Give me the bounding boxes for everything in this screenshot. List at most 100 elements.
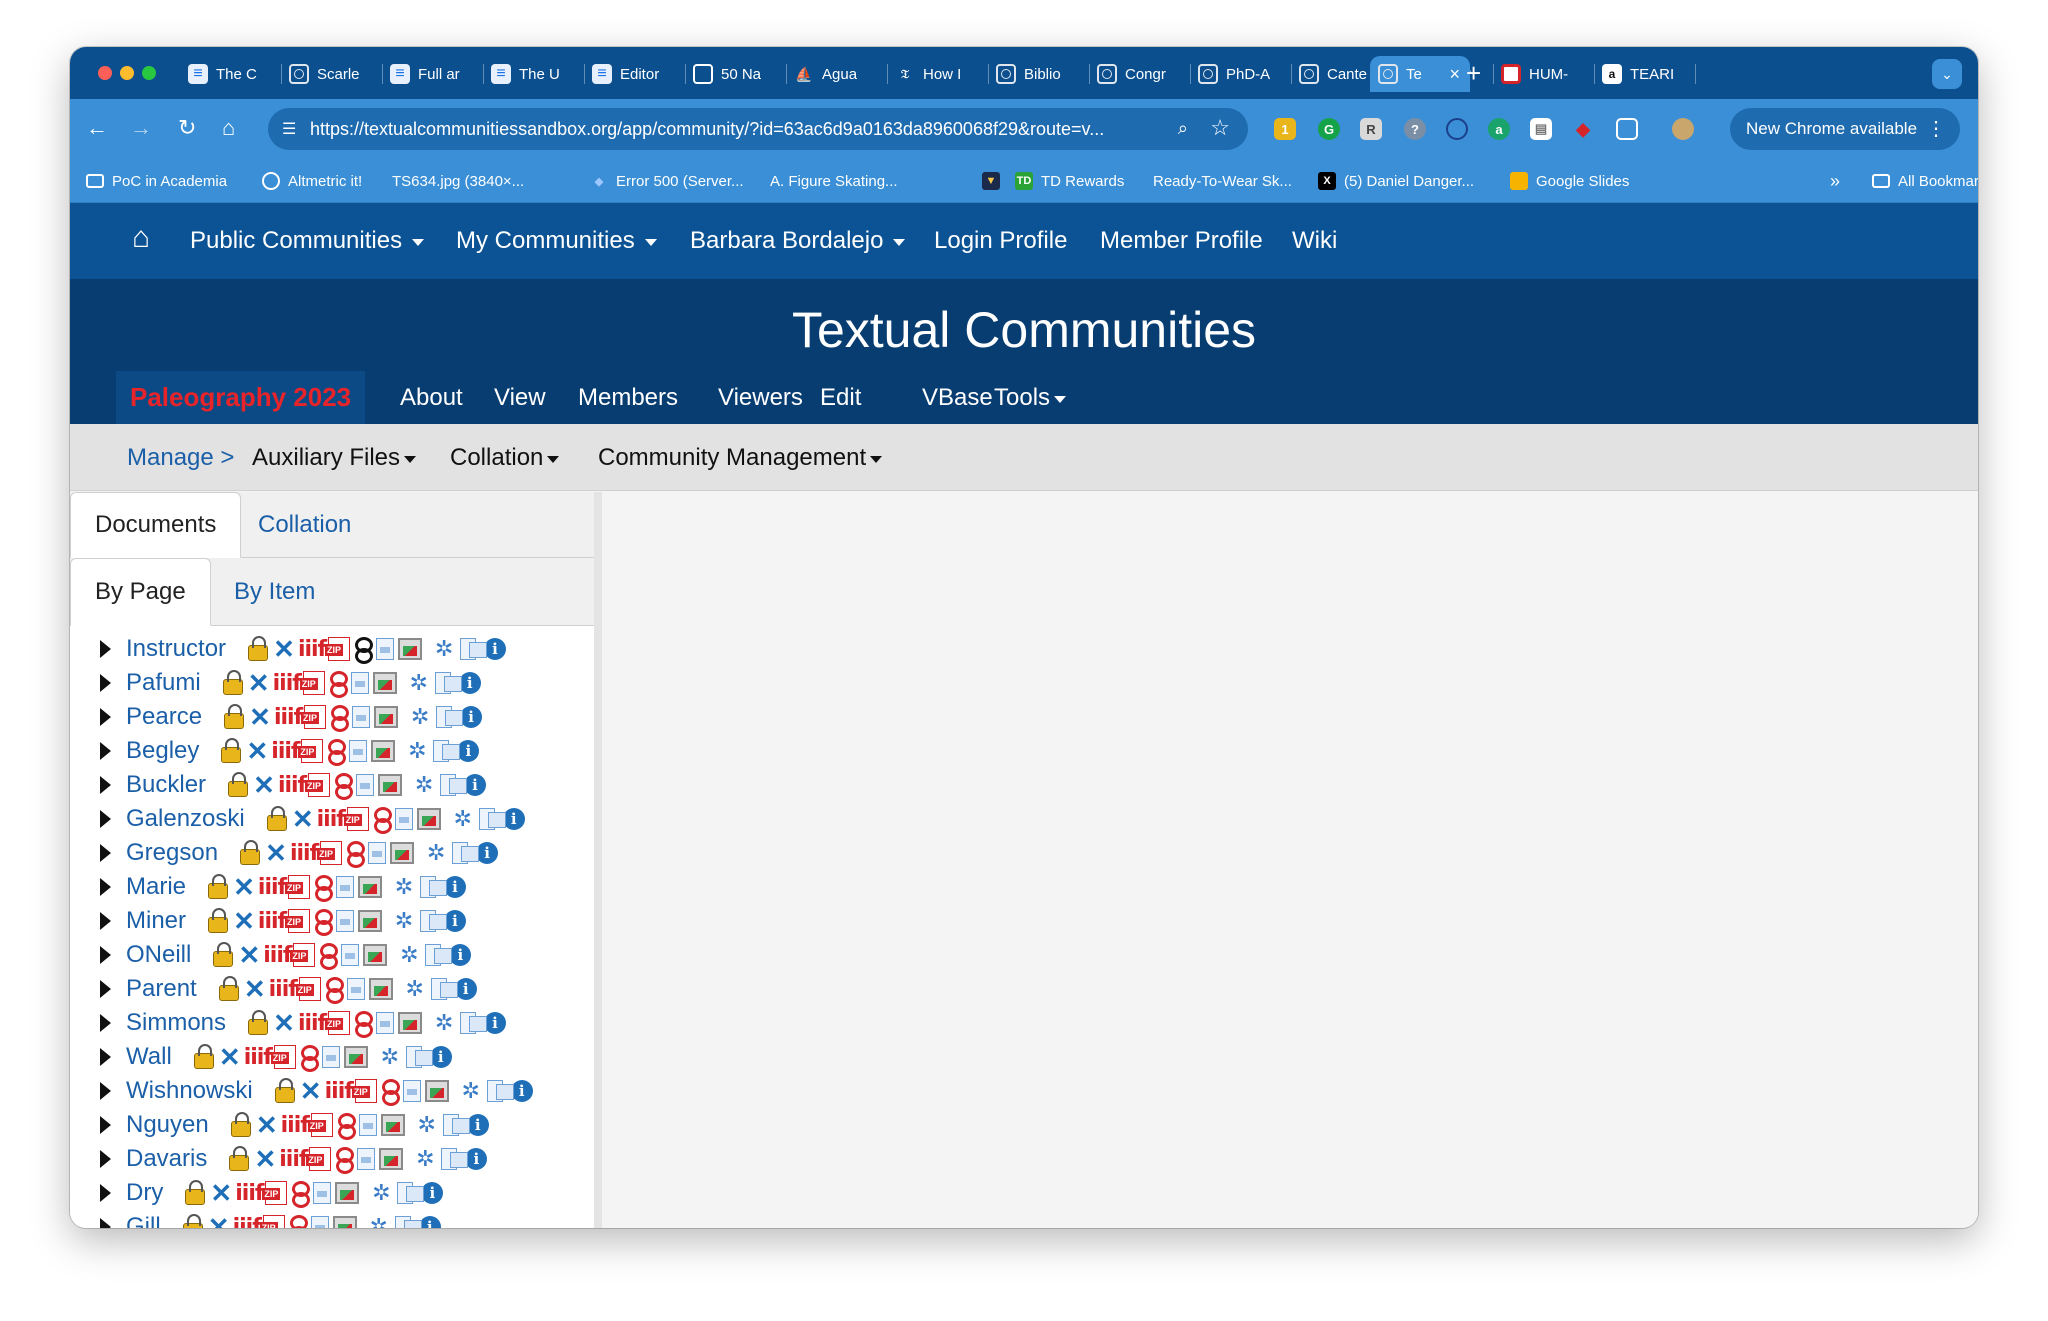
expand-triangle-icon[interactable]	[100, 946, 111, 964]
puzzle-icon[interactable]	[432, 637, 456, 661]
documents-icon[interactable]	[442, 1114, 470, 1136]
browser-tab[interactable]: How I	[887, 56, 989, 92]
expand-triangle-icon[interactable]	[100, 1082, 111, 1100]
zip-icon[interactable]	[325, 1011, 351, 1035]
bookmark-item[interactable]: ◆ Error 500 (Server...	[590, 159, 744, 203]
documents-icon[interactable]	[420, 876, 448, 898]
avatar[interactable]	[1672, 118, 1694, 140]
iiif-icon[interactable]	[281, 1147, 305, 1171]
url-text[interactable]: https://textualcommunitiessandbox.org/ap…	[310, 119, 1160, 140]
image-icon[interactable]	[416, 808, 441, 830]
image-icon[interactable]	[379, 1148, 404, 1170]
zip-icon[interactable]	[307, 1113, 333, 1137]
lock-icon[interactable]	[224, 704, 245, 729]
xml-file-icon[interactable]	[376, 638, 395, 660]
zip-icon[interactable]	[305, 773, 331, 797]
zip-icon[interactable]	[290, 943, 316, 967]
zip-icon[interactable]	[285, 875, 311, 899]
lock-icon[interactable]	[266, 806, 287, 831]
document-row[interactable]: Simmons	[70, 1006, 594, 1040]
xml-file-icon[interactable]	[352, 706, 371, 728]
minimize-window-button[interactable]	[120, 66, 134, 80]
bookmark-item[interactable]: TD TD Rewards	[1015, 159, 1124, 203]
lock-icon[interactable]	[240, 840, 261, 865]
document-name[interactable]: Wall	[126, 1043, 172, 1071]
puzzle-icon[interactable]	[405, 739, 429, 763]
document-row[interactable]: Nguyen	[70, 1108, 594, 1142]
bookmark-item[interactable]: PoC in Academia	[86, 159, 227, 203]
tab-by-page[interactable]: By Page	[70, 558, 211, 626]
document-name[interactable]: Nguyen	[126, 1111, 209, 1139]
xml-file-icon[interactable]	[321, 1046, 340, 1068]
image-icon[interactable]	[343, 1046, 368, 1068]
nav-public-communities[interactable]: Public Communities	[190, 203, 425, 279]
iiif-icon[interactable]	[273, 739, 297, 763]
browser-tab[interactable]: Editor	[584, 56, 686, 92]
documents-icon[interactable]	[397, 1182, 425, 1204]
lock-icon[interactable]	[274, 1078, 295, 1103]
xml-file-icon[interactable]	[336, 876, 355, 898]
community-nav-members[interactable]: Members	[578, 371, 678, 424]
nav-member-profile[interactable]: Member Profile	[1100, 203, 1263, 279]
xml-file-icon[interactable]	[368, 842, 387, 864]
puzzle-icon[interactable]	[378, 1045, 402, 1069]
expand-triangle-icon[interactable]	[100, 708, 111, 726]
tools-icon[interactable]	[264, 841, 288, 865]
community-nav-about[interactable]: About	[400, 371, 463, 424]
lock-icon[interactable]	[222, 670, 243, 695]
bookmark-item[interactable]: Ready-To-Wear Sk...	[1153, 159, 1292, 203]
tools-icon[interactable]	[245, 739, 269, 763]
document-name[interactable]: Instructor	[126, 635, 226, 663]
lock-icon[interactable]	[248, 1010, 269, 1035]
document-name[interactable]: Wishnowski	[126, 1077, 253, 1105]
info-icon[interactable]	[421, 1182, 444, 1204]
image-icon[interactable]	[380, 1114, 405, 1136]
xml-file-icon[interactable]	[346, 978, 365, 1000]
image-icon[interactable]	[363, 944, 388, 966]
zip-icon[interactable]	[351, 1079, 377, 1103]
document-name[interactable]: Begley	[126, 737, 199, 765]
tools-icon[interactable]	[243, 977, 267, 1001]
info-icon[interactable]	[484, 638, 507, 660]
puzzle-icon[interactable]	[412, 773, 436, 797]
nav-barbara-bordalejo[interactable]: Barbara Bordalejo	[690, 203, 906, 279]
zip-icon[interactable]	[285, 909, 311, 933]
documents-icon[interactable]	[460, 638, 488, 660]
tab-by-item[interactable]: By Item	[210, 558, 339, 625]
document-row[interactable]: Davaris	[70, 1142, 594, 1176]
documents-icon[interactable]	[452, 842, 480, 864]
document-name[interactable]: Dry	[126, 1179, 163, 1207]
bookmark-item[interactable]: Google Slides	[1510, 159, 1629, 203]
info-icon[interactable]	[457, 740, 480, 762]
expand-triangle-icon[interactable]	[100, 844, 111, 862]
manage-menu-community-management[interactable]: Community Management	[598, 424, 883, 491]
iiif-icon[interactable]	[271, 977, 295, 1001]
image-icon[interactable]	[398, 1012, 423, 1034]
zip-icon[interactable]	[299, 671, 325, 695]
zip-icon[interactable]	[295, 977, 321, 1001]
transcription-icon[interactable]	[300, 1045, 319, 1072]
zip-icon[interactable]	[270, 1045, 296, 1069]
document-row[interactable]: Dry	[70, 1176, 594, 1210]
iiif-icon[interactable]	[300, 1011, 324, 1035]
reload-icon[interactable]: ↻	[178, 113, 196, 143]
lock-icon[interactable]	[248, 636, 269, 661]
tools-icon[interactable]	[252, 773, 276, 797]
manage-menu-collation[interactable]: Collation	[450, 424, 560, 491]
document-name[interactable]: Gill	[126, 1213, 161, 1228]
info-icon[interactable]	[454, 978, 477, 1000]
expand-triangle-icon[interactable]	[100, 1116, 111, 1134]
nav-login-profile[interactable]: Login Profile	[934, 203, 1067, 279]
documents-icon[interactable]	[394, 1216, 422, 1228]
info-icon[interactable]	[476, 842, 499, 864]
puzzle-icon[interactable]	[392, 875, 416, 899]
expand-triangle-icon[interactable]	[100, 1048, 111, 1066]
zip-icon[interactable]	[259, 1215, 285, 1228]
documents-icon[interactable]	[430, 978, 458, 1000]
document-row[interactable]: Wishnowski	[70, 1074, 594, 1108]
community-nav-view[interactable]: View	[494, 371, 546, 424]
transcription-icon[interactable]	[314, 909, 334, 936]
document-row[interactable]: Gill	[70, 1210, 594, 1228]
expand-triangle-icon[interactable]	[100, 1218, 111, 1228]
puzzle-icon[interactable]	[432, 1011, 456, 1035]
